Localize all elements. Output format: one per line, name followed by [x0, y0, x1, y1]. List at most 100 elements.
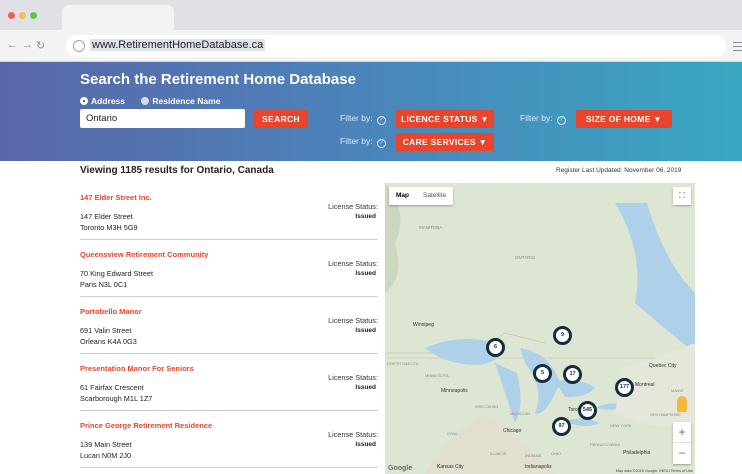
radio-address-label: Address: [91, 96, 126, 106]
residence-name-link[interactable]: Queensview Retirement Community: [80, 250, 208, 259]
results-map[interactable]: MANITOBA ONTARIO Winnipeg NORTH DAKOTA M…: [385, 183, 695, 474]
url-field[interactable]: www.RetirementHomeDatabase.ca: [66, 35, 726, 57]
map-label-montreal: Montreal: [635, 382, 655, 388]
filter-label-care: Filter by:?: [340, 136, 386, 148]
map-label-michigan: MICHIGAN: [510, 411, 530, 416]
map-cluster-marker[interactable]: 177: [615, 378, 634, 397]
residence-street: 139 Main Street: [80, 440, 132, 449]
search-header: Search the Retirement Home Database Addr…: [0, 62, 742, 161]
map-label-chicago: Chicago: [503, 428, 522, 434]
close-window-dot[interactable]: [8, 12, 15, 19]
residence-city: Paris N3L 0C1: [80, 280, 128, 289]
license-status-value: Issued: [355, 213, 376, 220]
browser-window: ← → ↻ www.RetirementHomeDatabase.ca Sear…: [0, 0, 742, 474]
size-of-home-dropdown[interactable]: SIZE OF HOME ▼: [576, 110, 672, 128]
radio-address[interactable]: Address: [80, 96, 125, 106]
map-cluster-marker[interactable]: 5: [533, 364, 552, 383]
radio-selected-icon: [80, 97, 88, 105]
filter-label-size: Filter by:?: [520, 113, 566, 125]
license-status-label: License Status:: [328, 430, 378, 439]
radio-residence-label: Residence Name: [152, 96, 221, 106]
license-status-label: License Status:: [328, 259, 378, 268]
residence-street: 691 Valin Street: [80, 326, 132, 335]
map-type-toggle: Map Satellite: [389, 187, 454, 205]
map-label-new-hampshire: NEW HAMPSHIRE: [650, 413, 681, 417]
map-label-indiana: INDIANA: [525, 453, 542, 458]
residence-street: 61 Fairfax Crescent: [80, 383, 144, 392]
license-status-value: Issued: [355, 384, 376, 391]
register-updated: Register Last Updated: November 06, 2019: [556, 167, 682, 174]
residence-name-link[interactable]: Prince George Retirement Residence: [80, 421, 212, 430]
license-status-label: License Status:: [328, 316, 378, 325]
street-view-pegman-icon[interactable]: [677, 396, 687, 412]
residence-name-link[interactable]: Portobello Manor: [80, 307, 142, 316]
residence-name-link[interactable]: Presentation Manor For Seniors: [80, 364, 194, 373]
back-arrow-icon[interactable]: ←: [7, 39, 18, 51]
map-tab-map[interactable]: Map: [389, 187, 416, 205]
fullscreen-icon[interactable]: ⛶: [673, 187, 691, 205]
residence-city: Lucan N0M 2J0: [80, 451, 132, 460]
zoom-out-button[interactable]: −: [673, 443, 691, 464]
filter-label-text: Filter by:: [340, 136, 373, 146]
residence-city: Orleans K4A 0G3: [80, 337, 137, 346]
results-count: Viewing 1185 results for Ontario, Canada: [80, 165, 274, 176]
map-tab-satellite[interactable]: Satellite: [416, 187, 453, 205]
map-label-maine: MAINE: [671, 388, 684, 393]
care-services-dropdown[interactable]: CARE SERVICES ▼: [396, 133, 494, 151]
filter-label-licence: Filter by:?: [340, 113, 386, 125]
globe-icon: [73, 40, 85, 52]
list-item: Prince George Retirement Residence 139 M…: [80, 411, 378, 468]
map-label-illinois: ILLINOIS: [490, 451, 507, 456]
minimize-window-dot[interactable]: [19, 12, 26, 19]
browser-tab[interactable]: [62, 5, 174, 30]
list-item: 147 Elder Street Inc. 147 Elder Street T…: [80, 183, 378, 240]
forward-arrow-icon[interactable]: →: [22, 39, 33, 51]
search-button[interactable]: SEARCH: [254, 110, 308, 128]
help-icon[interactable]: ?: [376, 139, 386, 148]
map-label-north-dakota: NORTH DAKOTA: [387, 361, 419, 366]
map-label-kansas-city: Kansas City: [437, 464, 464, 470]
map-cluster-marker[interactable]: 6: [486, 338, 505, 357]
help-icon[interactable]: ?: [376, 116, 386, 125]
map-cluster-marker[interactable]: 9: [553, 326, 572, 345]
residence-city: Toronto M3H 5G9: [80, 223, 138, 232]
address-bar: ← → ↻ www.RetirementHomeDatabase.ca: [0, 30, 742, 62]
map-label-manitoba: MANITOBA: [419, 225, 443, 230]
license-status-value: Issued: [355, 327, 376, 334]
map-cluster-marker[interactable]: 545: [578, 401, 597, 420]
map-label-wisconsin: WISCONSIN: [475, 404, 499, 409]
residence-street: 70 King Edward Street: [80, 269, 154, 278]
map-label-minnesota: MINNESOTA: [425, 373, 449, 378]
map-label-new-york: NEW YORK: [610, 423, 632, 428]
search-input[interactable]: [80, 109, 245, 128]
maximize-window-dot[interactable]: [30, 12, 37, 19]
list-item: Queensview Retirement Community 70 King …: [80, 240, 378, 297]
filter-label-text: Filter by:: [520, 113, 553, 123]
license-status-label: License Status:: [328, 202, 378, 211]
list-item: Portobello Manor 691 Valin Street Orlean…: [80, 297, 378, 354]
residence-city: Scarborough M1L 1Z7: [80, 394, 153, 403]
map-label-pennsylvania: PENNSYLVANIA: [590, 442, 621, 447]
map-label-ohio: OHIO: [551, 451, 562, 456]
radio-unselected-icon: [141, 97, 150, 105]
zoom-in-button[interactable]: +: [673, 422, 691, 443]
radio-residence-name[interactable]: Residence Name: [141, 96, 220, 106]
reload-icon[interactable]: ↻: [36, 39, 45, 52]
map-label-minneapolis: Minneapolis: [441, 388, 468, 394]
map-cluster-marker[interactable]: 17: [563, 365, 582, 384]
list-item: Presentation Manor For Seniors 61 Fairfa…: [80, 354, 378, 411]
page-title: Search the Retirement Home Database: [80, 71, 356, 88]
map-cluster-marker[interactable]: 97: [552, 417, 571, 436]
map-label-iowa: IOWA: [447, 431, 458, 436]
map-label-winnipeg: Winnipeg: [413, 322, 434, 328]
help-icon[interactable]: ?: [556, 116, 566, 125]
map-attribution[interactable]: Map data ©2019 Google, INEGI Terms of Us…: [616, 469, 693, 473]
url-text: www.RetirementHomeDatabase.ca: [90, 39, 266, 51]
licence-status-dropdown[interactable]: LICENCE STATUS ▼: [396, 110, 494, 128]
residence-name-link[interactable]: 147 Elder Street Inc.: [80, 193, 152, 202]
browser-tab-bar: [0, 0, 742, 30]
license-status-value: Issued: [355, 441, 376, 448]
license-status-label: License Status:: [328, 373, 378, 382]
hamburger-menu-icon[interactable]: [733, 42, 742, 51]
map-label-ontario: ONTARIO: [515, 255, 536, 260]
